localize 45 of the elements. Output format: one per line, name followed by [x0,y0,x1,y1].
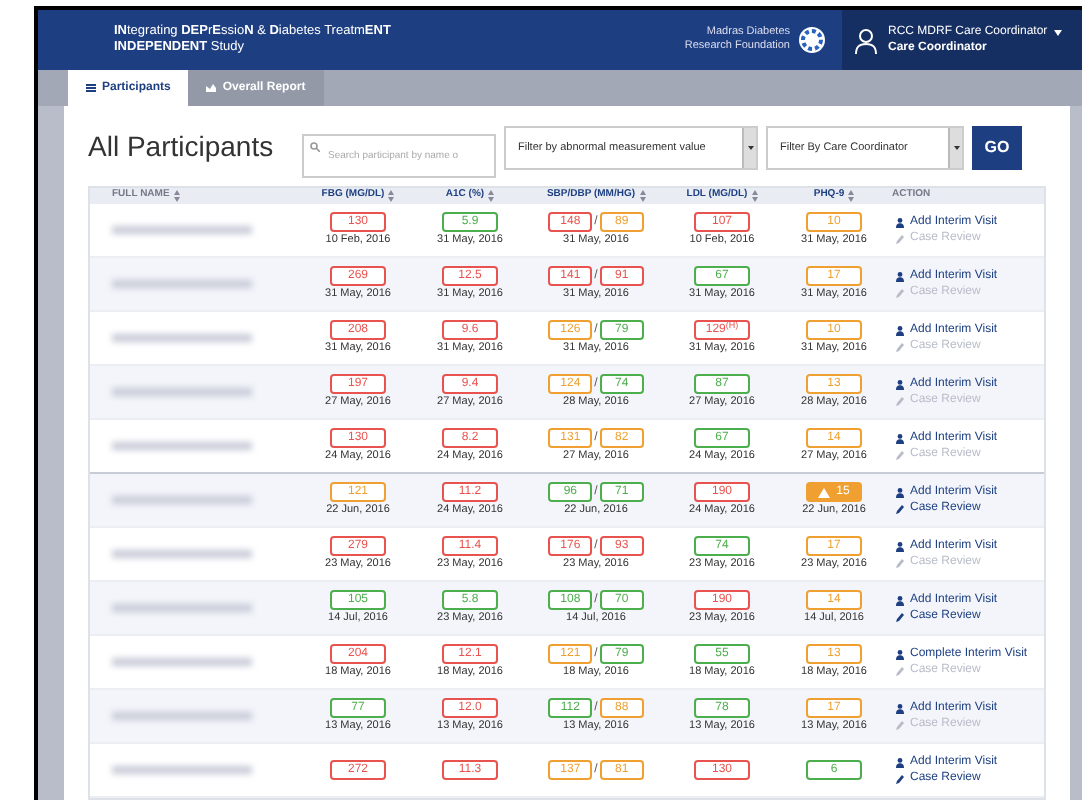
pencil-icon [896,233,904,243]
pencil-icon [896,287,904,297]
user-icon [854,27,878,53]
search-icon [310,142,320,153]
user-icon [896,487,904,497]
page-title: All Participants [88,128,276,167]
user-icon [896,379,904,389]
blurred-name [112,658,252,666]
sort-icon[interactable] [751,190,758,203]
user-icon [896,325,904,335]
chart-icon [206,84,217,92]
user-icon [896,541,904,551]
warning-icon [818,487,831,498]
blurred-name [112,550,252,558]
sort-icon[interactable] [488,190,495,203]
sort-icon[interactable] [388,190,395,203]
sort-icon[interactable] [848,190,855,203]
logo-icon [798,26,826,54]
sort-icon[interactable] [173,190,180,203]
user-icon [896,271,904,281]
user-icon [896,217,904,227]
list-icon [86,84,96,92]
caret-icon [953,145,959,150]
pencil-icon [896,449,904,459]
pencil-icon [896,395,904,405]
user-icon [896,703,904,713]
blurred-name [112,442,252,450]
sort-icon[interactable] [639,190,646,203]
user-icon [896,433,904,443]
caret-icon [747,145,753,150]
caret-icon [1053,29,1062,35]
pencil-icon [896,773,904,783]
user-icon [896,757,904,767]
go-button[interactable]: GO [972,125,1022,170]
user-icon [896,649,904,659]
pencil-icon [896,611,904,621]
pencil-icon [896,665,904,675]
pencil-icon [896,719,904,729]
blurred-name [112,334,252,342]
blurred-name [112,766,252,774]
pencil-icon [896,341,904,351]
blurred-name [112,226,252,234]
pencil-icon [896,557,904,567]
pencil-icon [896,503,904,513]
user-icon [896,595,904,605]
